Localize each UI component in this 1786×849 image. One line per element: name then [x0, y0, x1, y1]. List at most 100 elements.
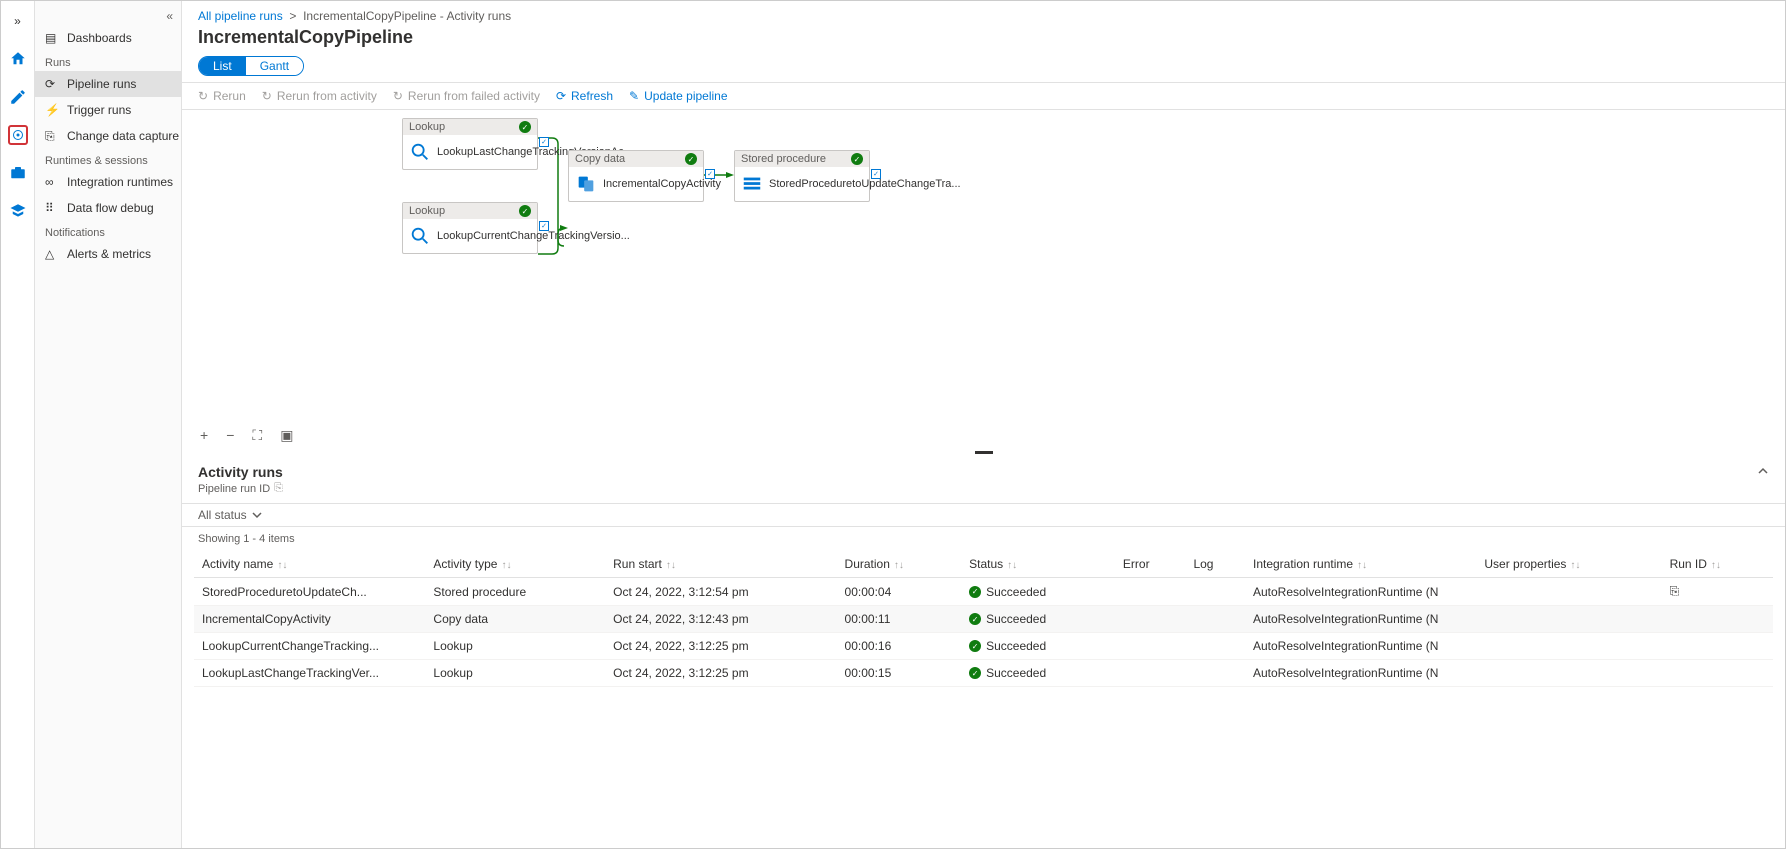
output-port-icon[interactable]: ✓ — [539, 137, 549, 147]
breadcrumb: All pipeline runs > IncrementalCopyPipel… — [182, 1, 1785, 25]
col-activity-name[interactable]: Activity name↑↓ — [194, 551, 425, 578]
activity-runs-title: Activity runs — [198, 464, 283, 480]
rerun-failed-button[interactable]: ↻Rerun from failed activity — [393, 89, 540, 103]
collapse-section-icon[interactable] — [1757, 465, 1769, 480]
fit-icon[interactable]: ⛶ — [252, 427, 262, 444]
sidebar-section-notifications: Notifications — [35, 221, 181, 241]
sidebar-item-alerts[interactable]: △ Alerts & metrics — [35, 241, 181, 267]
col-runtime[interactable]: Integration runtime↑↓ — [1245, 551, 1476, 578]
lookup-icon — [409, 141, 431, 163]
output-port-icon[interactable]: ✓ — [705, 169, 715, 179]
tab-list[interactable]: List — [199, 57, 246, 75]
chevron-down-icon — [251, 509, 263, 521]
tab-gantt[interactable]: Gantt — [246, 57, 303, 75]
node-stored-proc[interactable]: Stored procedure✓ StoredProceduretoUpdat… — [734, 150, 870, 202]
sidebar-label: Data flow debug — [67, 201, 154, 215]
col-run-start[interactable]: Run start↑↓ — [605, 551, 836, 578]
table-row[interactable]: IncrementalCopyActivityCopy dataOct 24, … — [194, 606, 1773, 633]
cell-runid — [1662, 606, 1773, 633]
cell-status: ✓Succeeded — [961, 660, 1115, 687]
node-lookup1[interactable]: Lookup✓ LookupLastChangeTrackingVersionA… — [402, 118, 538, 170]
status-filter[interactable]: All status — [182, 503, 1785, 527]
sidebar-item-trigger-runs[interactable]: ⚡ Trigger runs — [35, 97, 181, 123]
col-duration[interactable]: Duration↑↓ — [837, 551, 962, 578]
cell-start: Oct 24, 2022, 3:12:43 pm — [605, 606, 836, 633]
expand-icon[interactable]: » — [8, 11, 28, 31]
col-activity-type[interactable]: Activity type↑↓ — [425, 551, 605, 578]
pencil-icon[interactable] — [8, 87, 28, 107]
reset-icon[interactable]: ▣ — [280, 427, 293, 444]
col-status[interactable]: Status↑↓ — [961, 551, 1115, 578]
rerun-activity-button[interactable]: ↻Rerun from activity — [262, 89, 377, 103]
breadcrumb-current: IncrementalCopyPipeline - Activity runs — [303, 9, 511, 23]
node-lookup2[interactable]: Lookup✓ LookupCurrentChangeTrackingVersi… — [402, 202, 538, 254]
resize-handle[interactable] — [182, 450, 1785, 456]
rerun-icon: ↻ — [198, 89, 208, 103]
output-port-icon[interactable]: ✓ — [871, 169, 881, 179]
sidebar-item-integration[interactable]: ∞ Integration runtimes — [35, 169, 181, 195]
refresh-button[interactable]: ⟳Refresh — [556, 89, 613, 103]
zoom-in-icon[interactable]: + — [200, 427, 208, 444]
sidebar-item-pipeline-runs[interactable]: ⟳ Pipeline runs — [35, 71, 181, 97]
home-icon[interactable] — [8, 49, 28, 69]
refresh-icon: ⟳ — [556, 89, 566, 103]
table-row[interactable]: LookupLastChangeTrackingVer...LookupOct … — [194, 660, 1773, 687]
status-success-icon: ✓ — [519, 121, 531, 133]
copy-id-icon[interactable]: ⎘ — [274, 482, 283, 495]
node-name: IncrementalCopyActivity — [603, 177, 721, 191]
node-name: LookupCurrentChangeTrackingVersio... — [437, 229, 630, 243]
zoom-out-icon[interactable]: − — [226, 427, 234, 444]
success-icon: ✓ — [969, 667, 981, 679]
monitor-icon[interactable] — [8, 125, 28, 145]
cell-error — [1115, 633, 1186, 660]
cell-userprops — [1476, 578, 1661, 606]
dashboard-icon: ▤ — [45, 31, 59, 45]
cell-log — [1185, 578, 1245, 606]
col-userprops[interactable]: User properties↑↓ — [1476, 551, 1661, 578]
cell-duration: 00:00:15 — [837, 660, 962, 687]
cell-start: Oct 24, 2022, 3:12:54 pm — [605, 578, 836, 606]
update-pipeline-button[interactable]: ✎Update pipeline — [629, 89, 727, 103]
table-row[interactable]: StoredProceduretoUpdateCh...Stored proce… — [194, 578, 1773, 606]
cell-duration: 00:00:11 — [837, 606, 962, 633]
link-icon: ∞ — [45, 175, 59, 189]
cell-status: ✓Succeeded — [961, 633, 1115, 660]
col-error[interactable]: Error — [1115, 551, 1186, 578]
copy-icon — [575, 173, 597, 195]
cell-runid — [1662, 660, 1773, 687]
rerun-failed-icon: ↻ — [393, 89, 403, 103]
col-log[interactable]: Log — [1185, 551, 1245, 578]
col-runid[interactable]: Run ID↑↓ — [1662, 551, 1773, 578]
pipeline-canvas[interactable]: Lookup✓ LookupLastChangeTrackingVersionA… — [182, 110, 1785, 450]
success-icon: ✓ — [969, 640, 981, 652]
rerun-activity-icon: ↻ — [262, 89, 272, 103]
node-type: Lookup — [409, 205, 445, 217]
cell-userprops — [1476, 660, 1661, 687]
learn-icon[interactable] — [8, 201, 28, 221]
sidebar-item-dashboards[interactable]: ▤ Dashboards — [35, 25, 181, 51]
cell-log — [1185, 633, 1245, 660]
alert-icon: △ — [45, 247, 59, 261]
debug-icon: ⠿ — [45, 201, 59, 215]
page-title: IncrementalCopyPipeline — [182, 25, 1785, 56]
breadcrumb-link[interactable]: All pipeline runs — [198, 9, 283, 23]
sidebar-item-dataflow[interactable]: ⠿ Data flow debug — [35, 195, 181, 221]
cell-type: Lookup — [425, 660, 605, 687]
showing-count: Showing 1 - 4 items — [182, 527, 1785, 551]
cell-runtime: AutoResolveIntegrationRuntime (N — [1245, 633, 1476, 660]
sidebar: « ▤ Dashboards Runs ⟳ Pipeline runs ⚡ Tr… — [35, 1, 182, 848]
output-port-icon[interactable]: ✓ — [539, 221, 549, 231]
table-row[interactable]: LookupCurrentChangeTracking...LookupOct … — [194, 633, 1773, 660]
toolbox-icon[interactable] — [8, 163, 28, 183]
rerun-button[interactable]: ↻Rerun — [198, 89, 246, 103]
sidebar-item-cdc[interactable]: ⎘ Change data capture (previ... — [35, 123, 181, 149]
cell-userprops — [1476, 606, 1661, 633]
collapse-sidebar-icon[interactable]: « — [35, 7, 181, 25]
status-success-icon: ✓ — [519, 205, 531, 217]
lookup-icon — [409, 225, 431, 247]
status-success-icon: ✓ — [851, 153, 863, 165]
activity-runs-table: Activity name↑↓ Activity type↑↓ Run star… — [194, 551, 1773, 687]
cell-log — [1185, 606, 1245, 633]
cell-error — [1115, 606, 1186, 633]
node-copy[interactable]: Copy data✓ IncrementalCopyActivity ✓ — [568, 150, 704, 202]
